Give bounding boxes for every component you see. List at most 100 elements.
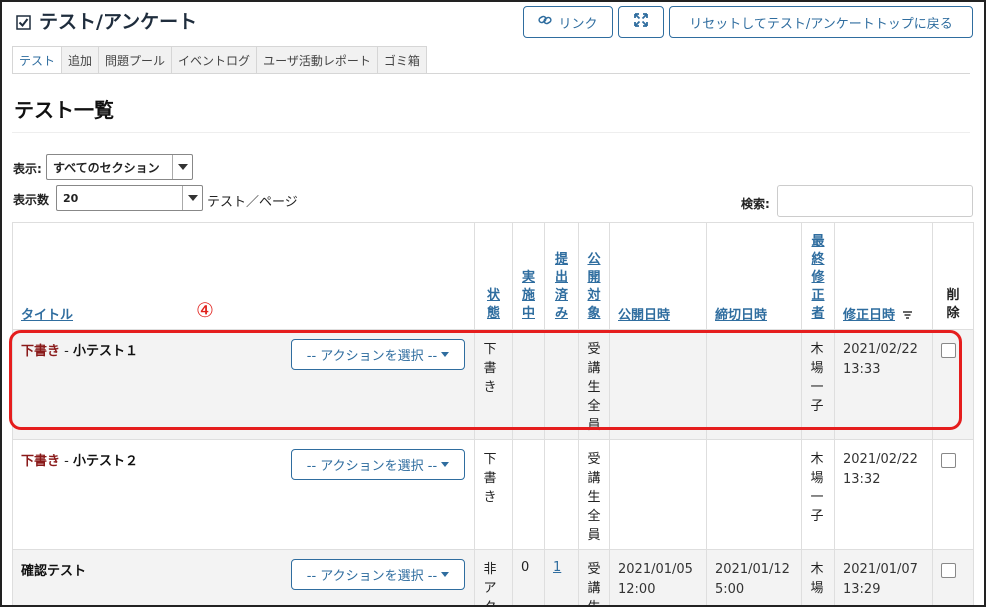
open-date-value: 2021/01/05 12:00 — [618, 562, 693, 597]
sort-submitted-link[interactable]: 提出済み — [555, 251, 569, 323]
app-title-text: テスト/アンケート — [39, 11, 198, 33]
caret-down-icon — [441, 572, 450, 577]
tab-event-log[interactable]: イベントログ — [171, 46, 258, 74]
table-row: 下書き - 小テスト２ -- アクションを選択 -- 下書き 受講生全員 木場一… — [12, 439, 974, 550]
modified-date-cell: 2021/02/22 13:32 — [834, 439, 933, 550]
sort-due-date-link[interactable]: 締切日時 — [715, 308, 767, 323]
title-cell: 下書き - 小テスト２ -- アクションを選択 -- — [12, 439, 475, 550]
delete-checkbox[interactable] — [941, 563, 956, 578]
table-row: 下書き - 小テスト１ -- アクションを選択 -- 下書き 受講生全員 木場一… — [12, 329, 974, 440]
tab-user-activity-report[interactable]: ユーザ活動レポート — [256, 46, 378, 74]
col-modifier-header: 最終修正者 — [801, 222, 835, 330]
delete-checkbox[interactable] — [941, 343, 956, 358]
audience-cell: 受講生 — [578, 549, 610, 605]
modified-date-cell: 2021/02/22 13:33 — [834, 329, 933, 440]
page-size-select[interactable]: 20 — [56, 185, 203, 211]
app-window: テスト/アンケート リンク リセットしてテスト/アンケートトップに戻る テスト … — [0, 0, 986, 607]
reset-button[interactable]: リセットしてテスト/アンケートトップに戻る — [669, 6, 973, 38]
checkbox-checked-icon — [16, 13, 31, 30]
chevron-down-icon — [172, 155, 192, 179]
expand-icon — [633, 12, 649, 32]
section-select[interactable]: すべてのセクション — [46, 154, 193, 180]
due-date-cell — [706, 439, 802, 550]
modifier-cell: 木場一 — [801, 549, 835, 605]
test-name: 小テスト２ — [72, 454, 138, 469]
caret-down-icon — [441, 462, 450, 467]
active-value: 0 — [521, 560, 530, 575]
submitted-cell: 1 — [544, 549, 579, 605]
modified-date-value: 2021/02/22 13:32 — [843, 452, 918, 487]
modified-date-cell: 2021/01/07 13:29 — [834, 549, 933, 605]
status-cell: 非アク — [474, 549, 513, 605]
audience-value: 受講生 — [587, 562, 601, 605]
title-separator: - — [60, 454, 73, 469]
action-select-label: -- アクションを選択 -- — [306, 459, 438, 474]
draft-label: 下書き — [21, 344, 61, 359]
action-select-button[interactable]: -- アクションを選択 -- — [291, 339, 465, 370]
tab-test[interactable]: テスト — [12, 46, 63, 74]
action-select-button[interactable]: -- アクションを選択 -- — [291, 559, 465, 590]
sort-open-date-link[interactable]: 公開日時 — [618, 308, 670, 323]
tab-trash[interactable]: ゴミ箱 — [376, 46, 427, 74]
col-audience-header: 公開対象 — [578, 222, 610, 330]
due-date-cell — [706, 329, 802, 440]
tabs-divider — [12, 73, 970, 74]
modifier-value: 木場一子 — [810, 452, 824, 524]
status-cell: 下書き — [474, 329, 513, 440]
col-delete-header: 削除 — [932, 222, 974, 330]
test-table: タイトル 状態 実施中 提出済み 公開対象 公開日時 締切日時 最終修正者 修正… — [12, 222, 974, 605]
title-divider — [12, 132, 970, 133]
table-header-row: タイトル 状態 実施中 提出済み 公開対象 公開日時 締切日時 最終修正者 修正… — [12, 222, 974, 330]
open-date-cell: 2021/01/05 12:00 — [609, 549, 707, 605]
delete-cell — [932, 549, 974, 605]
tab-bar: テスト 追加 問題プール イベントログ ユーザ活動レポート ゴミ箱 — [12, 46, 427, 74]
fullscreen-button[interactable] — [618, 6, 664, 38]
count-suffix: テスト／ページ — [207, 195, 298, 210]
action-select-button[interactable]: -- アクションを選択 -- — [291, 449, 465, 480]
col-open-date-header: 公開日時 — [609, 222, 707, 330]
delete-cell — [932, 439, 974, 550]
tab-add[interactable]: 追加 — [61, 46, 100, 74]
submitted-cell — [544, 329, 579, 440]
count-label: 表示数 — [13, 193, 50, 207]
sort-active-link[interactable]: 実施中 — [522, 269, 536, 323]
modified-date-value: 2021/02/22 13:33 — [843, 342, 918, 377]
search-label: 検索: — [741, 197, 770, 211]
tab-question-pool[interactable]: 問題プール — [98, 46, 173, 74]
col-title-header: タイトル — [12, 222, 475, 330]
caret-down-icon — [441, 352, 450, 357]
audience-value: 受講生全員 — [587, 452, 601, 543]
status-value: 下書き — [483, 452, 497, 505]
col-due-date-header: 締切日時 — [706, 222, 802, 330]
modified-date-value: 2021/01/07 13:29 — [843, 562, 918, 597]
status-value: 非アク — [483, 562, 497, 605]
display-label: 表示: — [13, 162, 42, 176]
sort-audience-link[interactable]: 公開対象 — [587, 251, 601, 323]
submitted-cell — [544, 439, 579, 550]
link-icon — [538, 14, 553, 30]
search-input[interactable] — [777, 185, 973, 217]
due-date-cell: 2021/01/12 5:00 — [706, 549, 802, 605]
sort-modified-date-link[interactable]: 修正日時 — [843, 308, 895, 323]
app-title: テスト/アンケート — [16, 7, 197, 34]
link-button[interactable]: リンク — [523, 6, 613, 38]
sort-status-link[interactable]: 状態 — [487, 287, 501, 323]
audience-cell: 受講生全員 — [578, 329, 610, 440]
col-modified-date-header: 修正日時 — [834, 222, 933, 330]
due-date-value: 2021/01/12 5:00 — [715, 562, 790, 597]
audience-value: 受講生全員 — [587, 342, 601, 433]
status-value: 下書き — [483, 342, 497, 395]
title-cell: 下書き - 小テスト１ -- アクションを選択 -- — [12, 329, 475, 440]
delete-checkbox[interactable] — [941, 453, 956, 468]
submitted-count-link[interactable]: 1 — [553, 560, 561, 575]
delete-header-label: 削除 — [946, 288, 960, 321]
page-title: テスト一覧 — [14, 98, 114, 122]
sort-modifier-link[interactable]: 最終修正者 — [811, 233, 825, 323]
action-select-label: -- アクションを選択 -- — [306, 349, 438, 364]
status-cell: 下書き — [474, 439, 513, 550]
section-select-value: すべてのセクション — [53, 160, 160, 175]
active-cell — [512, 439, 545, 550]
modifier-value: 木場一 — [810, 562, 824, 605]
sort-title-link[interactable]: タイトル — [21, 308, 73, 323]
modifier-value: 木場一子 — [810, 342, 824, 414]
